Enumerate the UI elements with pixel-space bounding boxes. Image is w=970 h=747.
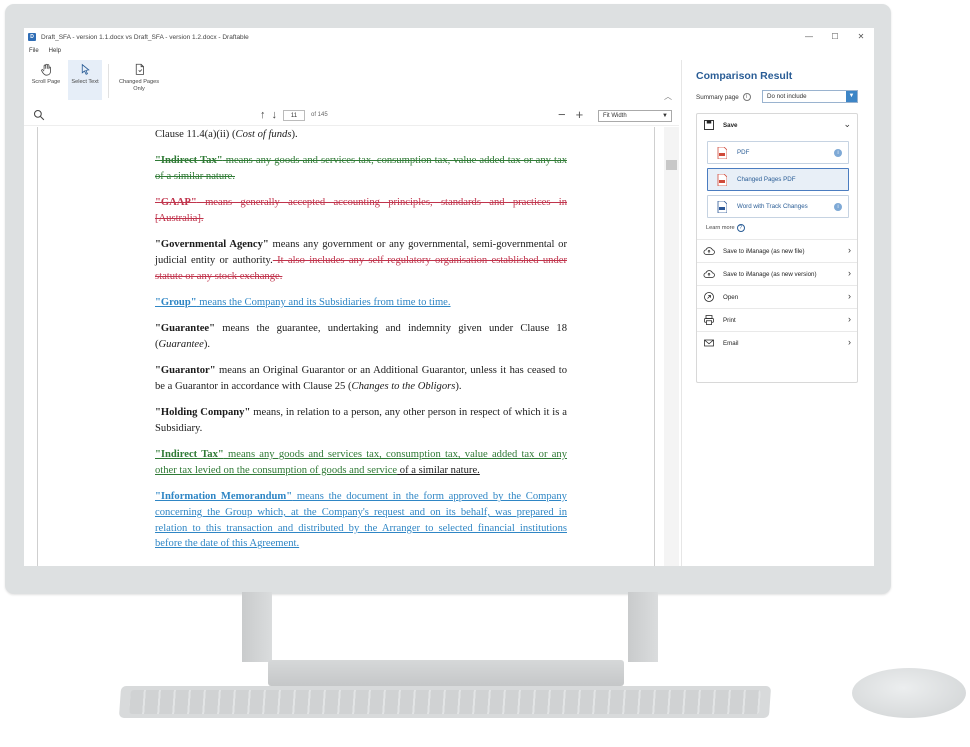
pdf-label: PDF [737,149,750,156]
document-toolbar: ↑ ↓ 11 of 145 − + Fit Width ▼ [24,106,679,126]
print-label: Print [723,316,736,324]
zoom-in-icon[interactable]: + [576,107,584,123]
printer-icon [704,315,714,325]
document-viewer[interactable]: Clause 11.4(a)(ii) (Cost of funds). "Ind… [24,127,679,566]
paragraph-moved-in: "Indirect Tax" means any goods and servi… [155,449,567,476]
changed-pages-only-label: Changed Pages Only [118,79,160,92]
scroll-page-button[interactable]: Scroll Page [29,60,63,100]
select-text-label: Select Text [71,79,99,85]
pdf-file-icon [717,173,727,186]
word-file-icon [717,200,727,213]
cursor-icon [81,63,90,75]
export-options-card: Save ⌄ PDF i Changed Pages PDF Word with… [696,113,858,383]
save-word-track-changes-button[interactable]: Word with Track Changes i [707,195,849,218]
cloud-upload-icon [703,247,715,255]
summary-page-label: Summary page [696,93,739,101]
info-icon[interactable]: i [742,93,751,101]
title-bar: D Draft_SFA - version 1.1.docx vs Draft_… [24,28,874,46]
chevron-down-icon: ▼ [846,91,857,102]
open-row[interactable]: Open › [697,285,857,308]
learn-more-link[interactable]: Learn more? [706,224,745,232]
panel-title: Comparison Result [696,70,793,82]
word-label: Word with Track Changes [737,203,808,210]
paragraph-moved: "Indirect Tax" means any goods and servi… [155,155,567,182]
help-icon: ? [736,224,745,232]
paragraph: Clause 11.4(a)(ii) (Cost of funds). [155,129,298,140]
info-icon[interactable]: i [834,203,842,211]
pdf-file-icon [717,146,727,159]
zoom-select-value: Fit Width [603,113,627,119]
zoom-select[interactable]: Fit Width ▼ [598,110,672,122]
monitor-stand-right [628,592,658,662]
hand-icon [40,63,51,76]
page-total: of 145 [311,112,328,118]
save-changed-pages-pdf-button[interactable]: Changed Pages PDF [707,168,849,191]
summary-page-select[interactable]: Do not include ▼ [762,90,858,103]
save-pdf-button[interactable]: PDF i [707,141,849,164]
paragraph: "Guarantor" means an Original Guarantor … [155,365,567,392]
open-external-icon [704,292,714,302]
chevron-right-icon: › [848,291,851,301]
comparison-result-panel: Comparison Result Summary page i Do not … [681,60,874,566]
save-section-header[interactable]: Save ⌄ [697,114,857,136]
paragraph: "Holding Company" means, in relation to … [155,407,567,434]
minimize-button[interactable]: — [796,28,822,46]
summary-page-row: Summary page i [696,93,757,101]
scrollbar-thumb[interactable] [666,160,677,170]
scroll-page-label: Scroll Page [31,79,61,85]
save-imanage-new-version-row[interactable]: Save to iManage (as new version) › [697,262,857,285]
envelope-icon [704,339,714,347]
open-label: Open [723,293,739,301]
email-row[interactable]: Email › [697,331,857,354]
ribbon-divider [108,64,109,98]
save-icon [704,120,714,130]
changed-pages-pdf-label: Changed Pages PDF [737,176,796,183]
app-logo-icon: D [28,33,36,41]
chevron-down-icon: ▼ [662,113,668,119]
maximize-button[interactable]: ☐ [822,28,848,46]
page-number-input[interactable]: 11 [283,109,305,121]
menu-file[interactable]: File [24,46,44,57]
next-change-icon[interactable]: ↓ [272,109,278,121]
chevron-right-icon: › [848,245,851,255]
monitor-base [268,660,624,686]
chevron-right-icon: › [848,314,851,324]
app-window: D Draft_SFA - version 1.1.docx vs Draft_… [24,28,874,566]
search-icon[interactable] [33,109,45,121]
cloud-upload-icon [703,270,715,278]
imanage-new-version-label: Save to iManage (as new version) [723,270,817,278]
close-button[interactable]: ✕ [848,28,874,46]
chevron-up-icon: ⌄ [843,119,851,129]
summary-page-value: Do not include [767,93,807,100]
menu-bar: File Help [24,46,66,57]
menu-help[interactable]: Help [44,46,66,57]
previous-change-icon[interactable]: ↑ [260,109,266,121]
zoom-out-icon[interactable]: − [558,107,566,123]
keyboard [118,686,772,718]
paragraph: "Guarantee" means the guarantee, underta… [155,323,567,350]
paragraph-deleted: "GAAP" means generally accepted accounti… [155,197,567,224]
print-row[interactable]: Print › [697,308,857,331]
ribbon-collapse-icon[interactable]: ︿ [664,91,672,102]
info-icon[interactable]: i [834,149,842,157]
email-label: Email [723,339,739,347]
mouse [852,668,966,718]
document-text: Clause 11.4(a)(ii) (Cost of funds). "Ind… [155,127,567,563]
paragraph-inserted: "Information Memorandum" means the docum… [155,491,567,550]
ribbon: Scroll Page Select Text Changed Pages On… [24,60,679,104]
save-imanage-new-file-row[interactable]: Save to iManage (as new file) › [697,239,857,262]
paragraph-inserted: "Group" means the Company and its Subsid… [155,297,451,308]
page-filter-icon [135,63,144,75]
paragraph: "Governmental Agency" means any governme… [155,239,567,282]
save-label: Save [723,121,738,129]
chevron-right-icon: › [848,268,851,278]
select-text-button[interactable]: Select Text [68,60,102,100]
changed-pages-only-button[interactable]: Changed Pages Only [117,60,161,100]
vertical-scrollbar[interactable] [664,127,679,566]
window-title: Draft_SFA - version 1.1.docx vs Draft_SF… [41,33,249,41]
monitor-stand-left [242,592,272,662]
imanage-new-file-label: Save to iManage (as new file) [723,247,805,255]
chevron-right-icon: › [848,337,851,347]
